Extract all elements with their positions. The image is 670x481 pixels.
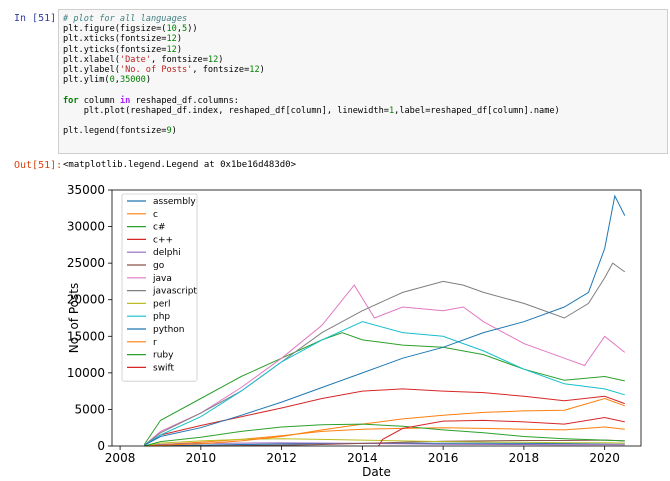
output-text: <matplotlib.legend.Legend at 0x1be16d483… (63, 160, 296, 170)
code-token: plt.xlabel( (63, 54, 120, 65)
code-line: plt.xlabel('Date', fontsize=12) (63, 55, 663, 65)
code-token: 10 (166, 24, 177, 35)
code-token: plt.xticks(fontsize= (63, 34, 167, 45)
code-token: 'Date' (119, 54, 151, 65)
code-token: , fontsize= (192, 64, 250, 75)
y-tick-label: 25000 (67, 256, 105, 270)
code-token: 12 (249, 64, 260, 75)
input-prompt: In [51]: (14, 13, 63, 24)
code-token: ) (259, 64, 265, 75)
x-tick-label: 2020 (589, 451, 620, 465)
code-token: ) (145, 75, 152, 86)
y-tick-label: 35000 (67, 183, 105, 197)
y-tick-label: 10000 (67, 366, 105, 380)
code-token: 12 (166, 44, 177, 55)
x-tick-label: 2016 (428, 451, 459, 465)
code-line: plt.legend(fontsize=9) (63, 126, 663, 136)
code-token: ) (176, 34, 183, 45)
code-token: column (78, 95, 120, 106)
y-tick-label: 0 (97, 439, 105, 453)
code-token: 35000 (119, 75, 146, 86)
code-token: 12 (166, 34, 177, 45)
x-tick-label: 2018 (509, 451, 540, 465)
x-tick-label: 2008 (105, 451, 136, 465)
code-line: plt.xticks(fontsize=12) (63, 34, 663, 44)
code-line: # plot for all languages (63, 14, 663, 24)
y-axis-label: No. of Posts (67, 283, 81, 353)
output-prompt: Out[51]: (14, 160, 63, 171)
code-line: plt.yticks(fontsize=12) (63, 45, 663, 55)
code-line: plt.plot(reshaped_df.index, reshaped_df[… (63, 106, 663, 116)
code-cell[interactable]: # plot for all languages plt.figure(figsi… (58, 9, 668, 154)
legend-label: c++ (153, 235, 173, 245)
code-token: plt.ylim( (63, 75, 110, 86)
code-token: )) (187, 24, 198, 35)
y-tick-label: 30000 (67, 220, 105, 234)
x-tick-label: 2014 (347, 451, 378, 465)
code-token: ) (218, 54, 224, 65)
series-line-c-- (144, 388, 625, 446)
code-token: ) (176, 44, 183, 55)
legend-label: perl (153, 299, 170, 309)
code-line: for column in reshaped_df.columns: (63, 96, 663, 106)
legend-label: php (153, 312, 170, 322)
code-token: plt.plot(reshaped_df.index, reshaped_df[… (63, 105, 389, 116)
code-token: # plot for all languages (63, 14, 188, 24)
code-line: plt.ylim(0,35000) (63, 75, 663, 85)
y-tick-label: 5000 (74, 402, 105, 416)
x-tick-label: 2012 (266, 451, 297, 465)
legend-label: go (153, 261, 165, 271)
code-token: reshaped_df.columns: (130, 95, 239, 106)
code-token: in (119, 95, 131, 106)
legend-label: c (153, 210, 158, 220)
series-line-c- (143, 332, 625, 445)
code-token: ) (171, 126, 177, 137)
x-tick-label: 2010 (186, 451, 217, 465)
code-token: plt.ylabel( (63, 64, 120, 75)
legend-label: ruby (153, 351, 174, 361)
code-token: plt.legend(fontsize= (63, 126, 167, 137)
line-chart: 2008 2010 2012 2014 2016 2018 2020050001000015… (67, 183, 642, 479)
legend: assembly c c# c++ delphi go java javascript perl… (121, 193, 197, 382)
legend-label: r (153, 338, 157, 348)
code-token: ,label=reshaped_df[column].name) (394, 105, 560, 116)
x-axis-label: Date (362, 465, 391, 479)
legend-label: c# (153, 223, 166, 233)
legend-label: java (152, 274, 172, 284)
legend-label: delphi (153, 248, 181, 258)
series-line-python (144, 194, 626, 446)
legend-label: swift (153, 363, 175, 373)
series-line-php (144, 321, 625, 446)
code-token: , fontsize= (150, 54, 208, 65)
code-token: plt.yticks(fontsize= (63, 44, 167, 55)
code-token: 12 (207, 54, 219, 65)
legend-label: python (153, 325, 184, 335)
code-token: 'No. of Posts' (119, 64, 193, 75)
code-line: plt.figure(figsize=(10,5)) (63, 24, 663, 34)
legend-label: assembly (153, 197, 196, 207)
code-token: for (63, 95, 79, 106)
legend-label: javascript (152, 287, 197, 297)
code-line: plt.ylabel('No. of Posts', fontsize=12) (63, 65, 663, 75)
code-token: plt.figure(figsize=( (63, 24, 167, 35)
